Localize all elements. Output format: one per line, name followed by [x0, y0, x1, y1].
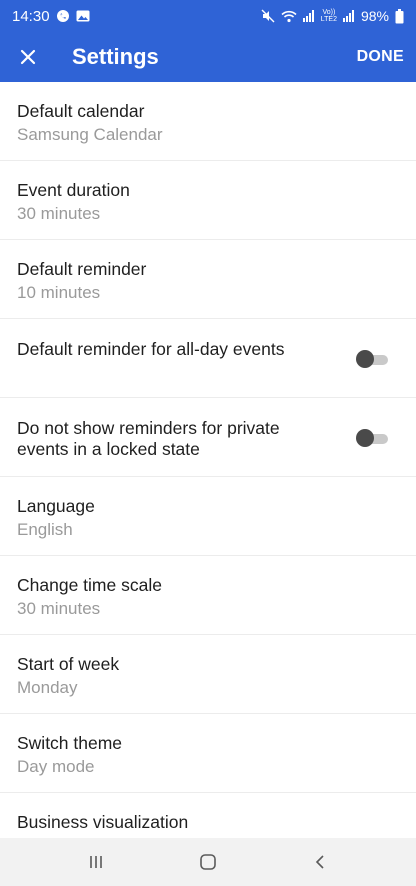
- setting-language[interactable]: Language English: [0, 477, 416, 556]
- setting-event-duration[interactable]: Event duration 30 minutes: [0, 161, 416, 240]
- toggle-knob: [356, 429, 374, 447]
- setting-value: Samsung Calendar: [17, 125, 163, 144]
- setting-title: Start of week: [17, 654, 120, 674]
- setting-title: Default reminder for all-day events: [17, 339, 285, 359]
- network-volte-label: Vo)): [322, 9, 336, 16]
- setting-title: Change time scale: [17, 575, 162, 595]
- setting-value: Day mode: [17, 757, 95, 776]
- setting-time-scale[interactable]: Change time scale 30 minutes: [0, 556, 416, 635]
- status-time: 14:30: [12, 7, 50, 25]
- battery-percent: 98%: [360, 8, 389, 24]
- navigation-bar: [0, 838, 416, 886]
- gallery-icon: [76, 10, 90, 22]
- setting-title: Default calendar: [17, 101, 145, 121]
- page-title: Settings: [72, 44, 159, 69]
- network-type-label: Vo)) LTE2: [321, 9, 337, 23]
- setting-title: Switch theme: [17, 733, 123, 753]
- signal-icon: [302, 10, 315, 22]
- setting-value: 30 minutes: [17, 204, 101, 223]
- battery-icon: [395, 8, 404, 24]
- app-bar: Settings DONE: [0, 32, 416, 82]
- network-lte-label: LTE2: [320, 16, 337, 23]
- setting-default-reminder[interactable]: Default reminder 10 minutes: [0, 240, 416, 319]
- wifi-icon: [281, 10, 297, 23]
- back-icon: [315, 855, 324, 869]
- setting-title: Event duration: [17, 180, 130, 200]
- setting-default-calendar[interactable]: Default calendar Samsung Calendar: [0, 82, 416, 161]
- setting-business-visualization[interactable]: Business visualization: [0, 793, 416, 838]
- mute-icon: [261, 9, 275, 23]
- status-left: 14:30: [12, 8, 90, 25]
- done-button[interactable]: DONE: [357, 48, 404, 66]
- setting-title: Business visualization: [17, 812, 189, 832]
- setting-value: Monday: [17, 678, 78, 697]
- signal-icon-2: [342, 10, 355, 22]
- close-button[interactable]: [0, 32, 56, 82]
- close-icon: [20, 49, 36, 65]
- settings-list[interactable]: Default calendar Samsung Calendar Event …: [0, 82, 416, 838]
- setting-all-day-reminder[interactable]: Default reminder for all-day events: [0, 319, 416, 398]
- setting-title: Do not show reminders for private events…: [17, 418, 280, 459]
- recent-apps-icon: [90, 856, 102, 868]
- setting-value: 10 minutes: [17, 283, 101, 302]
- setting-switch-theme[interactable]: Switch theme Day mode: [0, 714, 416, 793]
- status-right: Vo)) LTE2 98%: [261, 8, 404, 24]
- whatsapp-icon: [56, 9, 70, 23]
- home-icon: [200, 854, 216, 870]
- back-button[interactable]: [290, 838, 350, 886]
- home-button[interactable]: [178, 838, 238, 886]
- setting-title: Default reminder: [17, 259, 147, 279]
- toggle-knob: [356, 350, 374, 368]
- setting-value: English: [17, 520, 73, 539]
- status-bar: 14:30 Vo)) LTE2 98%: [0, 0, 416, 32]
- setting-private-reminders[interactable]: Do not show reminders for private events…: [0, 398, 416, 477]
- setting-title: Language: [17, 496, 95, 516]
- setting-value: 30 minutes: [17, 599, 101, 618]
- private-reminders-toggle[interactable]: [356, 429, 388, 447]
- recent-apps-button[interactable]: [66, 838, 126, 886]
- all-day-reminder-toggle[interactable]: [356, 350, 388, 368]
- setting-start-of-week[interactable]: Start of week Monday: [0, 635, 416, 714]
